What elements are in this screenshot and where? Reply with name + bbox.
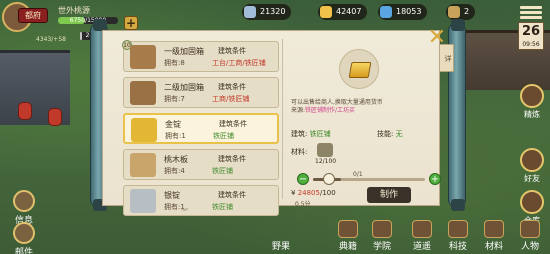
add-resource-button[interactable]: + (124, 16, 138, 30)
item-thumbnail-icon (131, 118, 157, 142)
copper-coin-icon (244, 6, 256, 18)
item-detail: 可以出售给商人,换取大量通用货币 来源:铁匠铺制作/工坊买 建筑: 铁匠铺 技能… (289, 31, 441, 208)
item-name: 金锭 (165, 120, 181, 129)
detail-side-tab[interactable]: 详 (440, 44, 454, 72)
resource-copper[interactable]: 21320 (242, 4, 292, 20)
craft-list-item[interactable]: 金锭拥有:1 建筑条件铁匠铺 (123, 113, 279, 144)
population-text: 4343/+58 (36, 36, 66, 43)
item-condition: 铁匠铺 (212, 167, 233, 175)
craft-list-item[interactable]: 二级加固箱拥有:7 建筑条件工商/铁匠铺 (123, 77, 279, 108)
bottom-characters[interactable]: 人物 (520, 220, 540, 252)
craft-button[interactable]: 制作 (367, 187, 411, 203)
decrease-button[interactable]: − (297, 173, 309, 185)
item-thumbnail-icon (130, 189, 156, 213)
bottom-tech[interactable]: 科技 (448, 220, 468, 252)
bottom-academy[interactable]: 学院 (372, 220, 392, 252)
crafting-panel: 10 一级加固箱 拥有:8 建筑条件 工台/工商/铁匠铺 二级加固箱 拥有:7 建筑条件 工商/… (102, 30, 441, 216)
craft-list-item[interactable]: 桃木板拥有:4 建筑条件铁匠铺 (123, 149, 279, 180)
item-owned: 拥有:4 (164, 167, 185, 175)
item-condition-header: 建筑条件 (218, 83, 246, 91)
item-condition: 工商/铁匠铺 (212, 95, 250, 103)
material-count: 12/100 (315, 158, 337, 165)
slider-handle[interactable] (323, 173, 335, 185)
materials-label: 材料: (291, 148, 308, 156)
calendar-day[interactable]: 26 09:56 (518, 22, 544, 50)
bottom-wander[interactable]: 道遥 (412, 220, 432, 252)
item-thumbnail-icon (130, 45, 156, 69)
cost-text: ¥ 24805/100 (291, 189, 336, 197)
title-badge: 都府 (18, 8, 48, 23)
craft-time: 0.5分 (295, 201, 311, 208)
player-name: 世外桃源 (58, 6, 90, 15)
friends-button[interactable]: 好友 (514, 148, 550, 184)
scroll-icon (448, 6, 460, 18)
mail-button[interactable]: 邮件 (6, 222, 42, 254)
craft-list-item[interactable]: 10 一级加固箱 拥有:8 建筑条件 工台/工商/铁匠铺 (122, 40, 279, 72)
item-description: 可以出售给商人,换取大量通用货币 来源:铁匠铺制作/工坊买 (291, 99, 383, 114)
item-thumbnail-icon (130, 81, 156, 105)
bottom-materials[interactable]: 材料 (484, 220, 504, 252)
item-condition: 铁匠铺 (212, 203, 233, 211)
item-owned: 拥有:8 (164, 59, 185, 67)
bottom-classics[interactable]: 典籍 (338, 220, 358, 252)
item-condition: 铁匠铺 (213, 132, 234, 140)
quantity-text: 0/1 (353, 171, 363, 178)
item-condition-header: 建筑条件 (219, 120, 247, 128)
item-name: 银锭 (164, 191, 180, 200)
item-name: 桃木板 (164, 155, 188, 164)
resource-scroll[interactable]: 2 (446, 4, 476, 20)
item-condition-header: 建筑条件 (218, 47, 246, 55)
item-thumbnail-icon (130, 153, 156, 177)
item-owned: 拥有:1 (165, 132, 186, 140)
chevron-down-icon[interactable]: ︾ (181, 207, 188, 217)
skill-requirement: 技能: 无 (377, 130, 403, 138)
item-condition-header: 建筑条件 (218, 155, 246, 163)
item-condition-header: 建筑条件 (218, 191, 246, 199)
increase-button[interactable]: + (429, 173, 441, 185)
lantern-icon (48, 108, 62, 126)
gold-ingot-icon (339, 49, 379, 89)
resource-prestige[interactable]: 18053 (378, 4, 428, 20)
item-owned: 拥有:7 (164, 95, 185, 103)
resource-food[interactable]: 42407 (318, 4, 368, 20)
craft-list-item[interactable]: 银锭 拥有:1 建筑条件 铁匠铺 (123, 185, 279, 216)
item-name: 二级加固箱 (164, 83, 204, 92)
building-requirement: 建筑: 铁匠铺 (291, 130, 331, 138)
item-condition: 工台/工商/铁匠铺 (212, 59, 266, 67)
craft-list[interactable]: 10 一级加固箱 拥有:8 建筑条件 工台/工商/铁匠铺 二级加固箱 拥有:7 建筑条件 工商/… (122, 40, 279, 221)
refine-button[interactable]: 精炼 (514, 84, 550, 120)
menu-icon[interactable] (520, 6, 542, 20)
item-name: 一级加固箱 (164, 47, 204, 56)
info-button[interactable]: 信息 (6, 190, 42, 226)
panel-divider (282, 39, 283, 199)
lantern-icon (18, 102, 32, 120)
exp-text: 6750/15000 (69, 17, 107, 24)
bottom-wild-fruit[interactable]: 野果 (272, 239, 290, 252)
material-icon[interactable] (317, 143, 333, 157)
prestige-icon (380, 6, 392, 18)
food-icon (320, 6, 332, 18)
